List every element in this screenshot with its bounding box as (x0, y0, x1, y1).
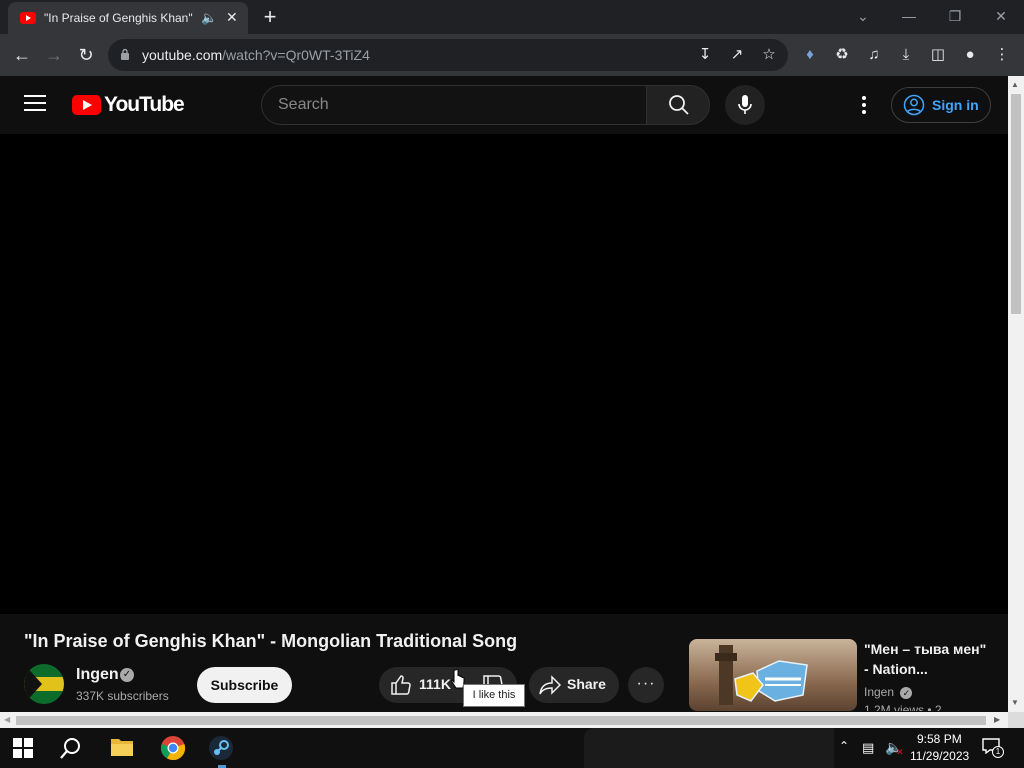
share-button[interactable]: Share (529, 667, 619, 703)
scroll-left-icon[interactable]: ◀ (4, 715, 10, 724)
subscribe-button[interactable]: Subscribe (197, 667, 292, 703)
new-tab-button[interactable]: + (258, 4, 282, 30)
file-explorer-icon[interactable] (110, 736, 134, 758)
youtube-favicon-icon (20, 12, 36, 24)
logo-text: YouTube (104, 93, 185, 116)
account-icon (903, 94, 925, 116)
notification-badge: 1 (992, 746, 1004, 758)
show-hidden-icons-chevron-icon[interactable]: ⌃ (839, 739, 849, 753)
desktop-wallpaper-fragment (584, 728, 834, 768)
mute-x-icon: ✕ (896, 747, 904, 757)
media-control-icon[interactable]: ♫ (862, 43, 886, 67)
extensions-puzzle-icon[interactable]: ♻ (830, 43, 854, 67)
extension-icon[interactable]: ♦ (798, 43, 822, 67)
search-box[interactable] (261, 85, 647, 125)
horizontal-scrollbar[interactable]: ◀ ▶ (0, 712, 1008, 728)
verified-icon: ✓ (120, 668, 134, 682)
scroll-down-icon[interactable]: ▼ (1011, 698, 1019, 707)
settings-more-icon[interactable] (852, 93, 876, 117)
search-button[interactable] (646, 85, 710, 125)
network-icon[interactable]: ▤ (862, 740, 874, 756)
menu-icon[interactable] (24, 95, 46, 113)
subscriber-count: 337K subscribers (76, 689, 169, 703)
browser-tab-strip: "In Praise of Genghis Khan" 🔈 ✕ + ⌄ — ❐ … (0, 0, 1024, 34)
recommended-video-thumbnail[interactable] (689, 639, 857, 711)
url-domain: youtube.com (142, 47, 223, 63)
share-page-icon[interactable]: ↗ (725, 43, 749, 67)
tab-audio-icon[interactable]: 🔈 (201, 10, 217, 26)
tab-search-chevron-icon[interactable]: ⌄ (848, 4, 878, 28)
video-player[interactable] (0, 134, 1008, 614)
tab-close-icon[interactable]: ✕ (226, 9, 238, 26)
bookmark-star-icon[interactable]: ☆ (757, 43, 781, 67)
browser-toolbar: ← → ↻ youtube.com/watch?v=Qr0WT-3TiZ4 ↧ … (0, 34, 1024, 76)
recommended-video-title[interactable]: "Мен – тыва мен" - Nation... (864, 639, 994, 679)
url-path: /watch?v=Qr0WT-3TiZ4 (222, 47, 370, 63)
recommended-video-meta: 1.2M views • 2 (864, 703, 942, 711)
windows-taskbar: ⌃ ▤ 🔈 ✕ 9:58 PM 11/29/2023 1 (0, 728, 1024, 768)
scroll-right-icon[interactable]: ▶ (994, 715, 1000, 724)
browser-menu-icon[interactable]: ⋮ (990, 43, 1014, 67)
share-arrow-icon (539, 675, 561, 695)
microphone-icon (738, 95, 752, 114)
back-button[interactable]: ← (10, 43, 34, 67)
recommended-channel: Ingen ✓ (864, 685, 913, 699)
clock-time[interactable]: 9:58 PM (917, 732, 962, 746)
youtube-header: YouTube Sign in (0, 76, 1008, 134)
scrollbar-corner (1008, 712, 1024, 728)
tab-title: "In Praise of Genghis Khan" (44, 11, 193, 25)
install-app-icon[interactable]: ↧ (693, 43, 717, 67)
channel-avatar[interactable] (24, 664, 64, 704)
windows-start-icon[interactable] (13, 738, 33, 758)
recommended-channel-name: Ingen (864, 685, 895, 699)
search-input[interactable] (278, 94, 628, 116)
more-actions-button[interactable]: ··· (628, 667, 664, 703)
horizontal-scroll-thumb[interactable] (16, 716, 986, 725)
clock-date[interactable]: 11/29/2023 (910, 749, 969, 763)
search-icon[interactable] (59, 736, 83, 760)
youtube-play-icon (72, 95, 101, 115)
like-count[interactable]: 111K (419, 676, 451, 692)
side-panel-icon[interactable]: ◫ (926, 43, 950, 67)
downloads-icon[interactable]: ⤓ (894, 43, 918, 67)
scroll-up-icon[interactable]: ▲ (1011, 80, 1019, 89)
voice-search-button[interactable] (725, 85, 765, 125)
vertical-scrollbar[interactable]: ▲ ▼ (1008, 76, 1024, 712)
profile-icon[interactable]: ● (958, 43, 982, 67)
notification-center-button[interactable]: 1 (982, 738, 1004, 758)
steam-icon[interactable] (208, 735, 234, 761)
browser-tab[interactable]: "In Praise of Genghis Khan" 🔈 ✕ (8, 2, 248, 34)
sign-in-button[interactable]: Sign in (891, 87, 991, 123)
reload-button[interactable]: ↻ (74, 43, 98, 67)
sign-in-label: Sign in (932, 97, 979, 113)
close-window-button[interactable]: ✕ (986, 4, 1016, 28)
lock-icon (121, 48, 129, 60)
restore-button[interactable]: ❐ (940, 4, 970, 28)
thumbs-up-icon[interactable] (390, 674, 412, 696)
vertical-scroll-thumb[interactable] (1011, 94, 1021, 314)
channel-name[interactable]: Ingen (76, 666, 119, 684)
forward-button[interactable]: → (42, 43, 66, 67)
address-bar[interactable]: youtube.com/watch?v=Qr0WT-3TiZ4 ↧ ↗ ☆ (108, 39, 788, 71)
verified-icon: ✓ (900, 687, 913, 699)
minimize-button[interactable]: — (894, 4, 924, 28)
like-tooltip: I like this (463, 684, 525, 707)
share-label: Share (567, 676, 606, 692)
chrome-icon[interactable] (160, 735, 186, 761)
video-title: "In Praise of Genghis Khan" - Mongolian … (24, 631, 518, 651)
search-icon (669, 95, 689, 115)
address-url: youtube.com/watch?v=Qr0WT-3TiZ4 (142, 47, 370, 63)
